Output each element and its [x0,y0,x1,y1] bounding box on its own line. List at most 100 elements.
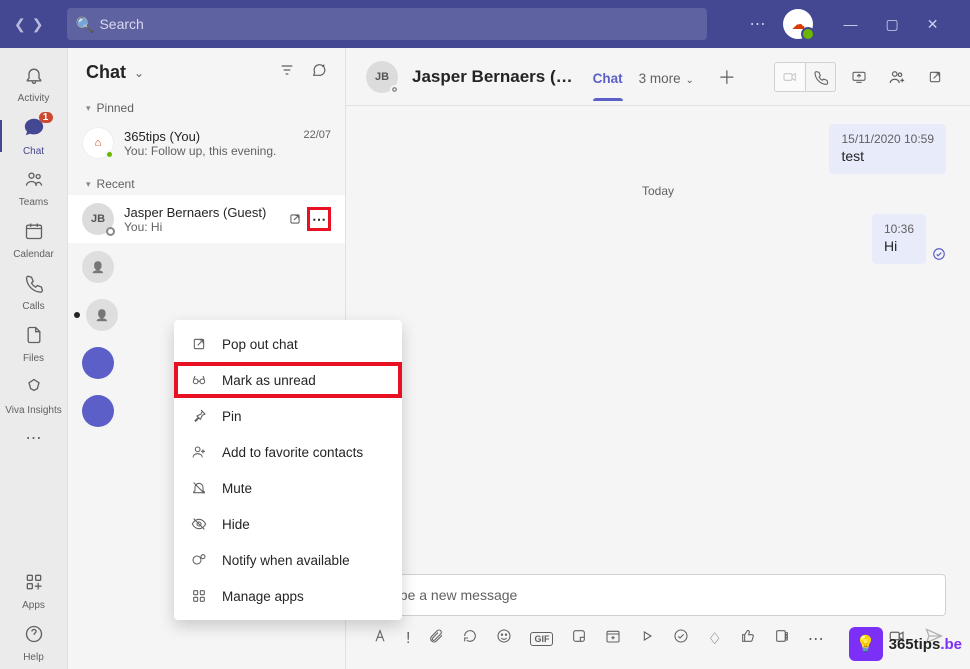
more-apps-icon[interactable]: ⋯ [808,629,824,649]
rail-apps[interactable]: Apps [0,565,67,617]
sticker-icon[interactable] [571,628,587,649]
watermark: 💡 365tips.be [849,627,962,661]
title-bar: ❮ ❯ 🔍 ⋯ ☁ — ▢ ✕ [0,0,970,48]
add-tab-icon[interactable]: ＋ [718,64,736,90]
message-composer[interactable] [370,574,946,616]
chat-item-obscured[interactable]: 👤 [68,243,345,291]
avatar: 👤 [82,251,114,283]
loop-icon[interactable] [462,628,478,649]
window-close-icon[interactable]: ✕ [927,16,939,33]
filter-icon[interactable] [279,62,295,83]
popout-icon[interactable] [285,209,305,229]
menu-label: Pop out chat [222,337,298,352]
rail-label: Activity [18,93,50,104]
chat-item-pinned[interactable]: ⌂ 365tips (You) You: Follow up, this eve… [68,119,345,167]
format-icon[interactable] [372,628,388,649]
video-call-icon[interactable] [775,63,805,91]
tab-chat[interactable]: Chat [593,53,623,100]
bell-icon [24,65,44,91]
message-input[interactable] [385,587,931,603]
window-maximize-icon[interactable]: ▢ [885,16,898,33]
new-chat-icon[interactable] [311,62,327,83]
message-bubble[interactable]: 15/11/2020 10:59 test [829,124,946,174]
chat-header-avatar: JB [366,61,398,93]
chat-header-title: Jasper Bernaers (… [412,67,573,87]
menu-label: Hide [222,517,250,532]
onenote-icon[interactable] [774,628,790,649]
rail-activity[interactable]: Activity [0,58,67,110]
more-dots-icon: ⋯ [312,211,326,228]
rail-label: Apps [22,600,45,611]
chevron-down-icon: ⌄ [683,75,694,86]
avatar: ⌂ [82,127,114,159]
rail-label: Calendar [13,249,54,260]
message-text: Hi [884,238,914,254]
rail-more-icon[interactable]: ⋯ [26,428,42,448]
rail-teams[interactable]: Teams [0,162,67,214]
rail-label: Teams [19,197,48,208]
chevron-down-icon[interactable]: ⌄ [134,66,144,80]
priority-icon[interactable]: ! [406,630,410,648]
nav-back-icon[interactable]: ❮ [14,16,26,33]
rail-label: Chat [23,146,44,157]
add-contact-icon [190,444,208,460]
popout-chat-icon[interactable] [920,63,950,91]
chat-list-title: Chat [86,62,126,83]
window-minimize-icon[interactable]: — [843,16,857,33]
tab-more[interactable]: 3 more ⌄ [639,53,694,100]
audio-call-icon[interactable] [805,63,835,91]
section-recent[interactable]: Recent [68,167,345,195]
section-pinned[interactable]: Pinned [68,91,345,119]
menu-label: Notify when available [222,553,350,568]
current-user-avatar[interactable]: ☁ [783,9,813,39]
menu-notify-when-available[interactable]: Notify when available [174,542,402,578]
glasses-icon [190,372,208,388]
gif-icon[interactable]: GIF [530,632,553,646]
search-input[interactable] [67,8,707,40]
message-bubble[interactable]: 10:36 Hi [872,214,926,264]
titlebar-more-icon[interactable]: ⋯ [749,14,765,34]
help-icon [24,624,44,650]
screen-share-icon[interactable] [844,63,874,91]
emoji-icon[interactable] [496,628,512,649]
add-people-icon[interactable] [882,63,912,91]
call-controls [774,62,836,92]
menu-label: Mute [222,481,252,496]
rail-label: Help [23,652,44,663]
chat-badge: 1 [39,112,53,123]
menu-pop-out-chat[interactable]: Pop out chat [174,326,402,362]
praise-icon[interactable] [740,628,756,649]
avatar: 👤 [86,299,118,331]
menu-manage-apps[interactable]: Manage apps [174,578,402,614]
rail-help[interactable]: Help [0,617,67,669]
viva-icon[interactable]: ♢ [707,629,721,649]
rail-chat[interactable]: 1 Chat [0,110,67,162]
chat-item-preview: You: Follow up, this evening. [124,144,293,158]
chat-item-selected[interactable]: JB Jasper Bernaers (Guest) You: Hi ⋯ [68,195,345,243]
pin-icon [190,408,208,424]
menu-mark-as-unread[interactable]: Mark as unread [174,362,402,398]
menu-label: Mark as unread [222,373,316,388]
file-icon [24,325,44,351]
menu-add-favorite[interactable]: Add to favorite contacts [174,434,402,470]
schedule-meeting-icon[interactable] [605,628,621,649]
nav-forward-icon[interactable]: ❯ [32,16,44,33]
rail-label: Files [23,353,44,364]
messages-area: 15/11/2020 10:59 test Today 10:36 Hi [346,106,970,574]
menu-hide[interactable]: Hide [174,506,402,542]
watermark-badge-icon: 💡 [849,627,883,661]
approvals-icon[interactable] [673,628,689,649]
rail-files[interactable]: Files [0,318,67,370]
rail-calls[interactable]: Calls [0,266,67,318]
calendar-icon [24,221,44,247]
rail-calendar[interactable]: Calendar [0,214,67,266]
chat-item-more-button[interactable]: ⋯ [307,207,331,231]
rail-viva-insights[interactable]: Viva Insights [0,370,67,422]
stream-icon[interactable] [639,628,655,649]
menu-mute[interactable]: Mute [174,470,402,506]
search-icon: 🔍 [75,16,94,34]
chat-header: JB Jasper Bernaers (… Chat 3 more ⌄ ＋ [346,48,970,106]
attach-icon[interactable] [428,628,444,649]
unread-dot [74,312,80,318]
menu-pin[interactable]: Pin [174,398,402,434]
